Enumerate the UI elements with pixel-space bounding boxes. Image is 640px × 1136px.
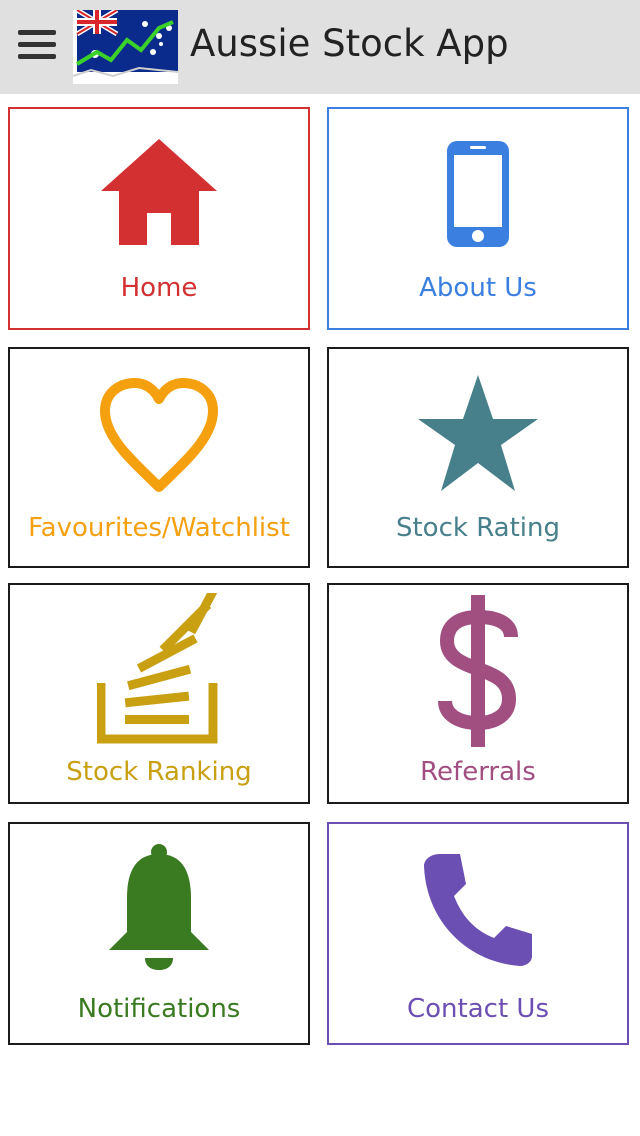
tile-stock-rating[interactable]: Stock Rating	[327, 347, 629, 568]
tile-label-home: Home	[120, 273, 198, 303]
tile-label-contact-us: Contact Us	[407, 994, 549, 1024]
tile-label-favourites-watchlist: Favourites/Watchlist	[28, 513, 290, 543]
hamburger-menu-icon[interactable]	[18, 30, 56, 62]
tile-home[interactable]: Home	[8, 107, 310, 330]
tile-about-us[interactable]: About Us	[327, 107, 629, 330]
tile-label-stock-rating: Stock Rating	[395, 513, 561, 543]
tile-label-notifications: Notifications	[77, 994, 241, 1024]
tile-contact-us[interactable]: Contact Us	[327, 822, 629, 1045]
tile-label-about-us: About Us	[419, 273, 537, 303]
phone-icon	[420, 850, 536, 974]
dollar-icon	[433, 593, 523, 753]
tile-referrals[interactable]: Referrals	[327, 583, 629, 804]
app-header: Aussie Stock App	[0, 0, 640, 94]
home-icon	[99, 137, 219, 251]
star-icon	[416, 373, 540, 499]
smartphone-icon	[445, 139, 511, 253]
stack-overflow-icon	[96, 584, 221, 749]
tile-favourites-watchlist[interactable]: Favourites/Watchlist	[8, 347, 310, 568]
app-title: Aussie Stock App	[190, 22, 509, 65]
tile-label-stock-ranking: Stock Ranking	[66, 757, 252, 787]
tile-label-referrals: Referrals	[420, 757, 536, 787]
tile-stock-ranking[interactable]: Stock Ranking	[8, 583, 310, 804]
app-logo	[72, 7, 179, 84]
tile-notifications[interactable]: Notifications	[8, 822, 310, 1045]
heart-icon	[97, 377, 221, 499]
bell-icon	[105, 842, 213, 976]
